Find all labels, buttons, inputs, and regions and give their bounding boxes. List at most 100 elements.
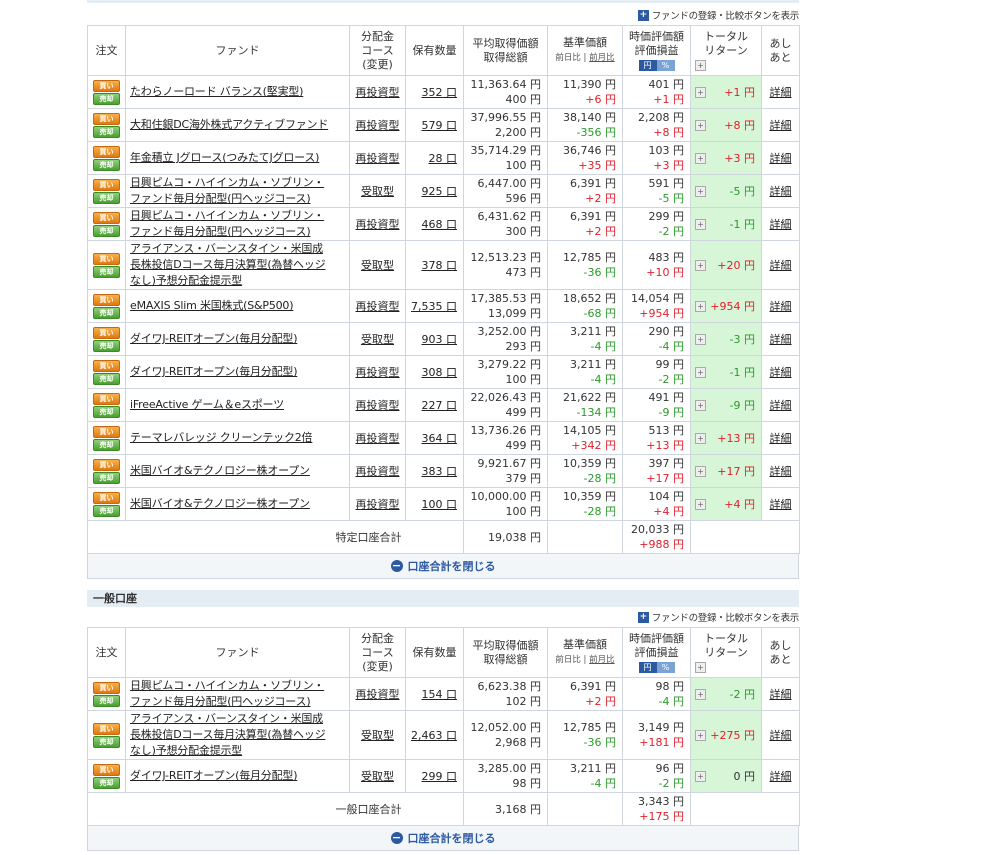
sell-button[interactable]: 売却 — [93, 694, 120, 707]
course-change-link[interactable]: 受取型 — [361, 185, 394, 198]
qty-link[interactable]: 383 口 — [422, 465, 458, 478]
close-account-total-button[interactable]: − 口座合計を閉じる — [87, 826, 799, 851]
expand-icon[interactable]: + — [695, 399, 706, 411]
course-change-link[interactable]: 再投資型 — [356, 152, 400, 165]
detail-link[interactable]: 詳細 — [770, 259, 792, 272]
sell-button[interactable]: 売却 — [93, 735, 120, 748]
expand-icon[interactable]: + — [695, 59, 706, 71]
qty-link[interactable]: 100 口 — [422, 498, 458, 511]
buy-button[interactable]: 買い — [93, 681, 120, 694]
expand-icon[interactable]: + — [695, 86, 706, 98]
course-change-link[interactable]: 再投資型 — [356, 86, 400, 99]
qty-link[interactable]: 227 口 — [422, 399, 458, 412]
detail-link[interactable]: 詳細 — [770, 218, 792, 231]
qty-link[interactable]: 925 口 — [422, 185, 458, 198]
qty-link[interactable]: 299 口 — [422, 770, 458, 783]
course-change-link[interactable]: 再投資型 — [356, 688, 400, 701]
expand-icon[interactable]: + — [695, 119, 706, 131]
course-change-link[interactable]: 再投資型 — [356, 366, 400, 379]
sell-button[interactable]: 売却 — [93, 776, 120, 789]
qty-link[interactable]: 28 口 — [429, 152, 458, 165]
course-change-link[interactable]: 再投資型 — [356, 218, 400, 231]
fund-name-link[interactable]: eMAXIS Slim 米国株式(S&P500) — [130, 299, 294, 312]
qty-link[interactable]: 903 口 — [422, 333, 458, 346]
buy-button[interactable]: 買い — [93, 326, 120, 339]
fund-name-link[interactable]: 日興ピムコ・ハイインカム・ソブリン・ ファンド毎月分配型(円ヘッジコース) — [130, 176, 324, 205]
detail-link[interactable]: 詳細 — [770, 770, 792, 783]
fund-name-link[interactable]: 米国バイオ&テクノロジー株オープン — [130, 464, 310, 477]
buy-button[interactable]: 買い — [93, 359, 120, 372]
fund-name-link[interactable]: 年金積立 Jグロース(つみたてJグロース) — [130, 151, 319, 164]
expand-icon[interactable]: + — [695, 432, 706, 444]
fund-name-link[interactable]: 大和住銀DC海外株式アクティブファンド — [130, 118, 328, 131]
qty-link[interactable]: 154 口 — [422, 688, 458, 701]
fund-name-link[interactable]: たわらノーロード バランス(堅実型) — [130, 85, 303, 98]
expand-icon[interactable]: + — [695, 770, 706, 782]
sell-button[interactable]: 売却 — [93, 405, 120, 418]
buy-button[interactable]: 買い — [93, 252, 120, 265]
sell-button[interactable]: 売却 — [93, 471, 120, 484]
sell-button[interactable]: 売却 — [93, 306, 120, 319]
expand-icon[interactable]: + — [695, 333, 706, 345]
prev-month-link[interactable]: 前月比 — [589, 53, 615, 63]
buy-button[interactable]: 買い — [93, 112, 120, 125]
sell-button[interactable]: 売却 — [93, 372, 120, 385]
course-change-link[interactable]: 受取型 — [361, 333, 394, 346]
detail-link[interactable]: 詳細 — [770, 465, 792, 478]
fund-name-link[interactable]: ダイワJ-REITオープン(毎月分配型) — [130, 365, 298, 378]
qty-link[interactable]: 468 口 — [422, 218, 458, 231]
show-compare-toggle[interactable]: + ファンドの登録・比較ボタンを表示 — [87, 607, 799, 627]
buy-button[interactable]: 買い — [93, 763, 120, 776]
fund-name-link[interactable]: アライアンス・バーンスタイン・米国成 長株投信Dコース毎月決算型(為替ヘッジ なし)… — [130, 712, 326, 757]
expand-icon[interactable]: + — [695, 185, 706, 197]
expand-icon[interactable]: + — [695, 688, 706, 700]
close-account-total-button[interactable]: − 口座合計を閉じる — [87, 554, 799, 579]
qty-link[interactable]: 2,463 口 — [411, 729, 457, 742]
sell-button[interactable]: 売却 — [93, 265, 120, 278]
buy-button[interactable]: 買い — [93, 722, 120, 735]
expand-icon[interactable]: + — [695, 498, 706, 510]
qty-link[interactable]: 378 口 — [422, 259, 458, 272]
buy-button[interactable]: 買い — [93, 458, 120, 471]
fund-name-link[interactable]: ダイワJ-REITオープン(毎月分配型) — [130, 332, 298, 345]
fund-name-link[interactable]: 日興ピムコ・ハイインカム・ソブリン・ ファンド毎月分配型(円ヘッジコース) — [130, 209, 324, 238]
buy-button[interactable]: 買い — [93, 79, 120, 92]
sell-button[interactable]: 売却 — [93, 339, 120, 352]
sell-button[interactable]: 売却 — [93, 158, 120, 171]
fund-name-link[interactable]: iFreeActive ゲーム＆eスポーツ — [130, 398, 284, 411]
buy-button[interactable]: 買い — [93, 491, 120, 504]
buy-button[interactable]: 買い — [93, 392, 120, 405]
fund-name-link[interactable]: 日興ピムコ・ハイインカム・ソブリン・ ファンド毎月分配型(円ヘッジコース) — [130, 679, 324, 708]
fund-name-link[interactable]: ダイワJ-REITオープン(毎月分配型) — [130, 769, 298, 782]
fund-name-link[interactable]: アライアンス・バーンスタイン・米国成 長株投信Dコース毎月決算型(為替ヘッジ なし)… — [130, 242, 326, 287]
detail-link[interactable]: 詳細 — [770, 86, 792, 99]
expand-icon[interactable]: + — [695, 729, 706, 741]
prev-month-link[interactable]: 前月比 — [589, 655, 615, 665]
qty-link[interactable]: 7,535 口 — [411, 300, 457, 313]
expand-icon[interactable]: + — [695, 218, 706, 230]
yen-pct-toggle[interactable]: 円% — [638, 661, 675, 673]
sell-button[interactable]: 売却 — [93, 191, 120, 204]
buy-button[interactable]: 買い — [93, 293, 120, 306]
sell-button[interactable]: 売却 — [93, 125, 120, 138]
course-change-link[interactable]: 再投資型 — [356, 432, 400, 445]
expand-icon[interactable]: + — [695, 300, 706, 312]
qty-link[interactable]: 308 口 — [422, 366, 458, 379]
detail-link[interactable]: 詳細 — [770, 432, 792, 445]
course-change-link[interactable]: 再投資型 — [356, 399, 400, 412]
detail-link[interactable]: 詳細 — [770, 688, 792, 701]
buy-button[interactable]: 買い — [93, 145, 120, 158]
qty-link[interactable]: 352 口 — [422, 86, 458, 99]
fund-name-link[interactable]: テーマレバレッジ クリーンテック2倍 — [130, 431, 313, 444]
detail-link[interactable]: 詳細 — [770, 119, 792, 132]
expand-icon[interactable]: + — [695, 661, 706, 673]
detail-link[interactable]: 詳細 — [770, 333, 792, 346]
course-change-link[interactable]: 受取型 — [361, 770, 394, 783]
sell-button[interactable]: 売却 — [93, 504, 120, 517]
expand-icon[interactable]: + — [695, 366, 706, 378]
detail-link[interactable]: 詳細 — [770, 729, 792, 742]
qty-link[interactable]: 579 口 — [422, 119, 458, 132]
detail-link[interactable]: 詳細 — [770, 300, 792, 313]
detail-link[interactable]: 詳細 — [770, 185, 792, 198]
sell-button[interactable]: 売却 — [93, 438, 120, 451]
